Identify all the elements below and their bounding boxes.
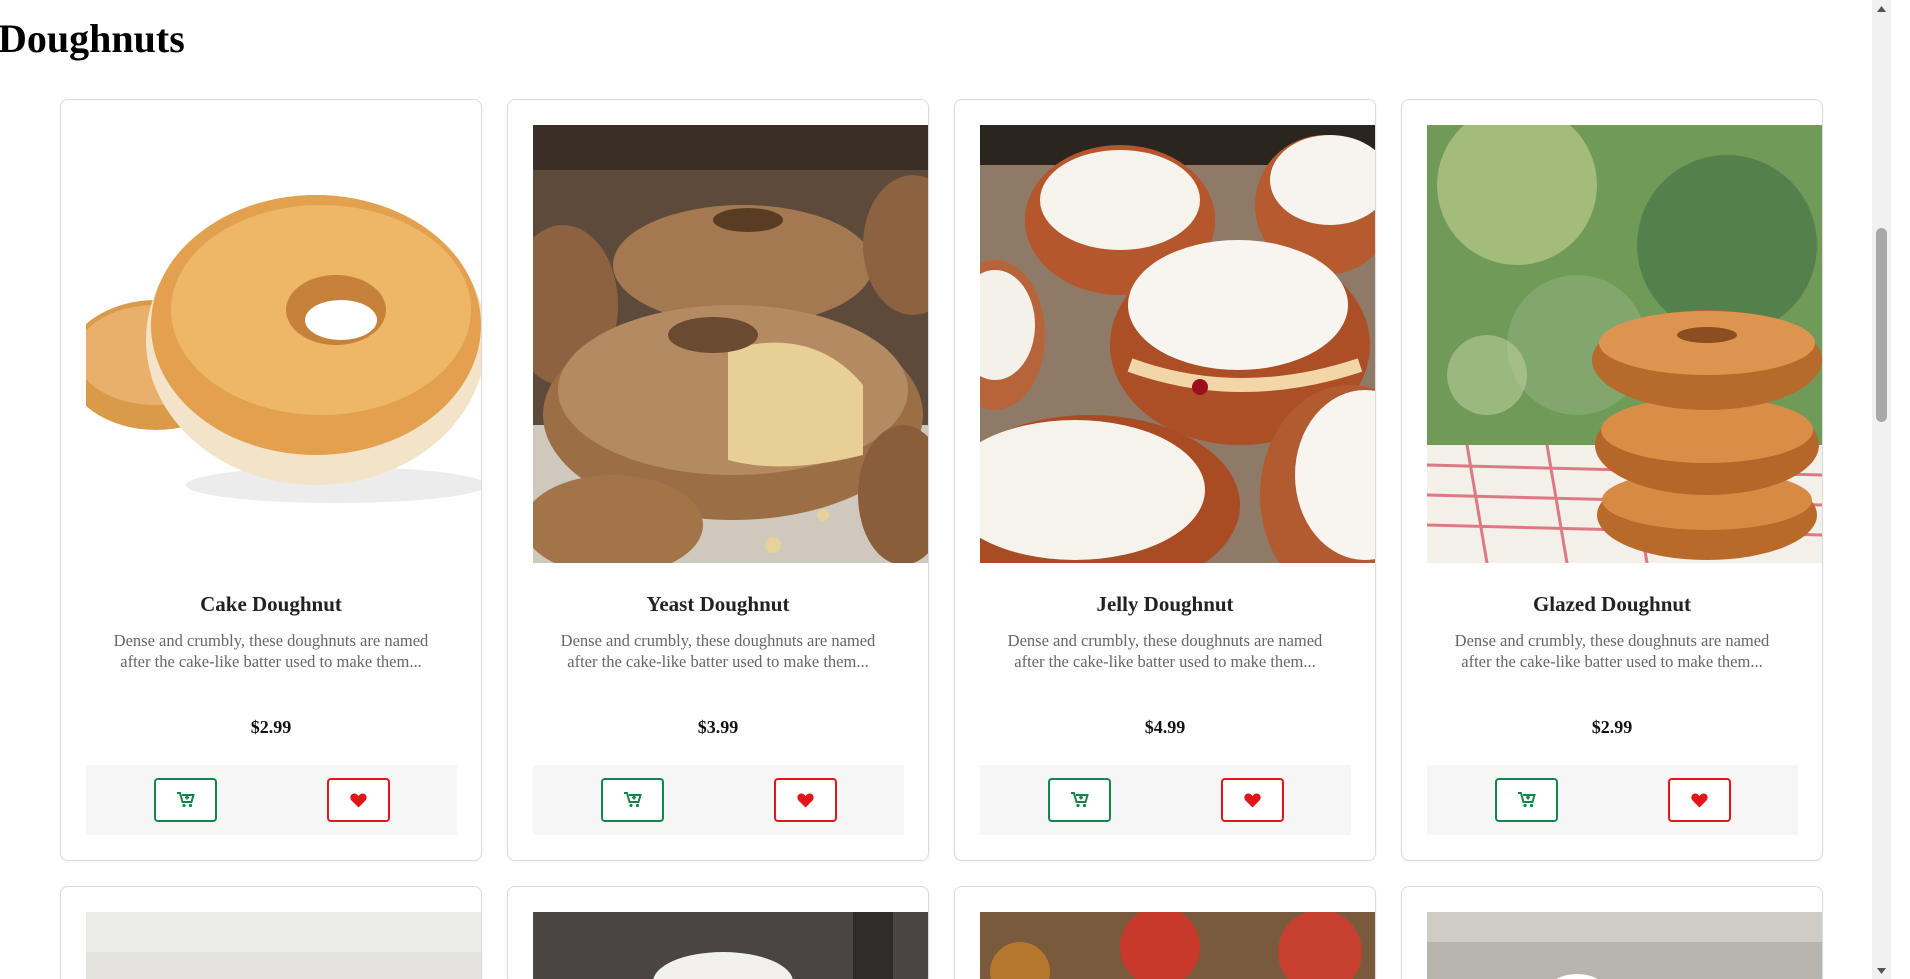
- add-to-cart-button[interactable]: [154, 778, 217, 822]
- scroll-down-arrow-icon[interactable]: [1872, 962, 1891, 979]
- product-image: [1427, 912, 1822, 979]
- product-description: Dense and crumbly, these doughnuts are n…: [1007, 631, 1323, 671]
- product-actions: [980, 765, 1351, 835]
- product-card: [1401, 886, 1823, 979]
- scroll-up-arrow-icon[interactable]: [1872, 0, 1891, 17]
- favorite-button[interactable]: [774, 778, 837, 822]
- product-card: Cake Doughnut Dense and crumbly, these d…: [60, 99, 482, 861]
- product-card: Yeast Doughnut Dense and crumbly, these …: [507, 99, 929, 861]
- vertical-scrollbar[interactable]: [1872, 0, 1891, 979]
- product-name: Yeast Doughnut: [646, 592, 790, 616]
- page: Doughnuts Cake Doughnut Dense and crumbl…: [0, 0, 1891, 979]
- product-name: Cake Doughnut: [200, 592, 342, 616]
- product-image: [533, 125, 928, 563]
- product-description: Dense and crumbly, these doughnuts are n…: [1454, 631, 1770, 671]
- product-image: [980, 912, 1375, 979]
- cart-plus-icon: [1517, 792, 1536, 808]
- product-name: Glazed Doughnut: [1532, 592, 1692, 616]
- product-name: Jelly Doughnut: [1096, 592, 1234, 616]
- heart-icon: [797, 793, 814, 807]
- favorite-button[interactable]: [1668, 778, 1731, 822]
- cart-plus-icon: [1070, 792, 1089, 808]
- product-description: Dense and crumbly, these doughnuts are n…: [113, 631, 429, 671]
- heart-icon: [1244, 793, 1261, 807]
- add-to-cart-button[interactable]: [601, 778, 664, 822]
- product-card: [60, 886, 482, 979]
- favorite-button[interactable]: [327, 778, 390, 822]
- product-image: [980, 125, 1375, 563]
- product-card: [507, 886, 929, 979]
- product-image: [86, 912, 481, 979]
- product-description: Dense and crumbly, these doughnuts are n…: [560, 631, 876, 671]
- product-actions: [533, 765, 904, 835]
- product-grid: Cake Doughnut Dense and crumbly, these d…: [60, 99, 1825, 979]
- add-to-cart-button[interactable]: [1048, 778, 1111, 822]
- product-image: [533, 912, 928, 979]
- favorite-button[interactable]: [1221, 778, 1284, 822]
- product-card: [954, 886, 1376, 979]
- heart-icon: [1691, 793, 1708, 807]
- cart-plus-icon: [176, 792, 195, 808]
- product-image: [1427, 125, 1822, 563]
- scrollbar-thumb[interactable]: [1876, 228, 1887, 422]
- product-image: [86, 125, 481, 563]
- product-price: $3.99: [697, 717, 739, 737]
- product-card: Jelly Doughnut Dense and crumbly, these …: [954, 99, 1376, 861]
- cart-plus-icon: [623, 792, 642, 808]
- product-price: $2.99: [250, 717, 292, 737]
- product-card: Glazed Doughnut Dense and crumbly, these…: [1401, 99, 1823, 861]
- heart-icon: [350, 793, 367, 807]
- product-actions: [1427, 765, 1798, 835]
- page-title: Doughnuts: [0, 16, 185, 61]
- add-to-cart-button[interactable]: [1495, 778, 1558, 822]
- product-price: $4.99: [1144, 717, 1186, 737]
- product-actions: [86, 765, 457, 835]
- product-price: $2.99: [1591, 717, 1633, 737]
